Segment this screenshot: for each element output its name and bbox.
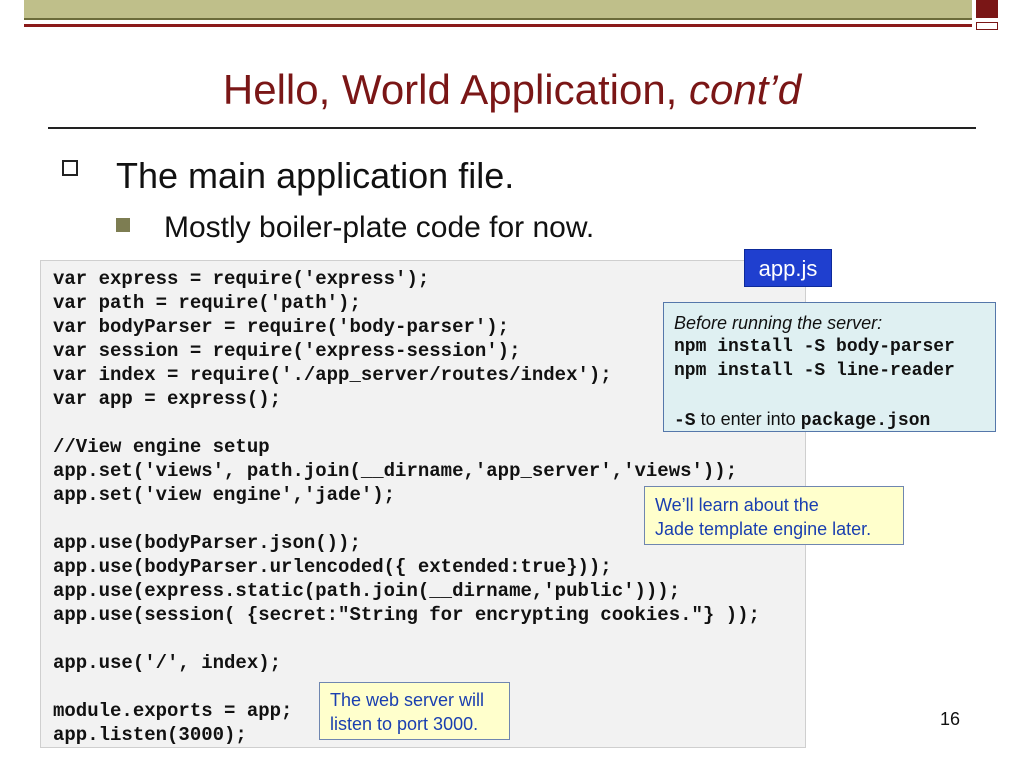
slide-title-emphasis: cont’d bbox=[689, 66, 802, 113]
code-line: module.exports = app; bbox=[53, 700, 293, 722]
install-note-callout: Before running the server: npm install -… bbox=[663, 302, 996, 432]
slide-title: Hello, World Application, cont’d bbox=[0, 64, 1024, 116]
code-line: app.use(bodyParser.json()); bbox=[53, 532, 361, 554]
bullet-square-filled-icon bbox=[116, 218, 130, 232]
code-line: //View engine setup bbox=[53, 436, 270, 458]
code-line: var app = express(); bbox=[53, 388, 282, 410]
code-line: app.listen(3000); bbox=[53, 724, 247, 746]
install-flag-desc: to enter into bbox=[695, 409, 801, 429]
file-name-label: app.js bbox=[744, 249, 832, 287]
code-line: var path = require('path'); bbox=[53, 292, 361, 314]
install-command: npm install -S body-parser bbox=[674, 337, 955, 357]
bullet-level1: The main application file. bbox=[116, 155, 515, 196]
code-line: app.use(bodyParser.urlencoded({ extended… bbox=[53, 556, 612, 578]
bullet-level2: Mostly boiler-plate code for now. bbox=[164, 211, 595, 244]
jade-note-callout: We’ll learn about the Jade template engi… bbox=[644, 486, 904, 545]
code-line: app.set('views', path.join(__dirname,'ap… bbox=[53, 460, 738, 482]
corner-square-outline bbox=[976, 22, 998, 30]
package-json-name: package.json bbox=[800, 411, 931, 431]
port-note-line: listen to port 3000. bbox=[330, 714, 479, 734]
code-line: var express = require('express'); bbox=[53, 268, 430, 290]
install-flag: -S bbox=[674, 411, 696, 431]
code-line: app.use(session( {secret:"String for enc… bbox=[53, 604, 760, 626]
install-note-intro: Before running the server: bbox=[674, 313, 883, 333]
port-note-line: The web server will bbox=[330, 690, 485, 710]
install-command: npm install -S line-reader bbox=[674, 361, 955, 381]
port-note-callout: The web server will listen to port 3000. bbox=[319, 682, 510, 740]
bullet-square-hollow-icon bbox=[62, 160, 78, 176]
title-divider bbox=[48, 127, 976, 129]
corner-square bbox=[976, 0, 998, 18]
code-line: var index = require('./app_server/routes… bbox=[53, 364, 612, 386]
code-line: app.use('/', index); bbox=[53, 652, 282, 674]
install-note-flag-line: -S to enter into package.json bbox=[674, 407, 930, 433]
code-line: var bodyParser = require('body-parser'); bbox=[53, 316, 510, 338]
jade-note-line: We’ll learn about the bbox=[655, 495, 819, 515]
top-decoration-bar bbox=[24, 0, 972, 30]
page-number: 16 bbox=[940, 709, 961, 729]
top-olive-stripe bbox=[24, 0, 972, 20]
code-line: var session = require('express-session')… bbox=[53, 340, 521, 362]
code-line: app.set('view engine','jade'); bbox=[53, 484, 396, 506]
top-red-rule bbox=[24, 24, 972, 27]
slide-title-main: Hello, World Application, bbox=[222, 66, 690, 113]
code-line: app.use(express.static(path.join(__dirna… bbox=[53, 580, 681, 602]
jade-note-line: Jade template engine later. bbox=[655, 519, 872, 539]
